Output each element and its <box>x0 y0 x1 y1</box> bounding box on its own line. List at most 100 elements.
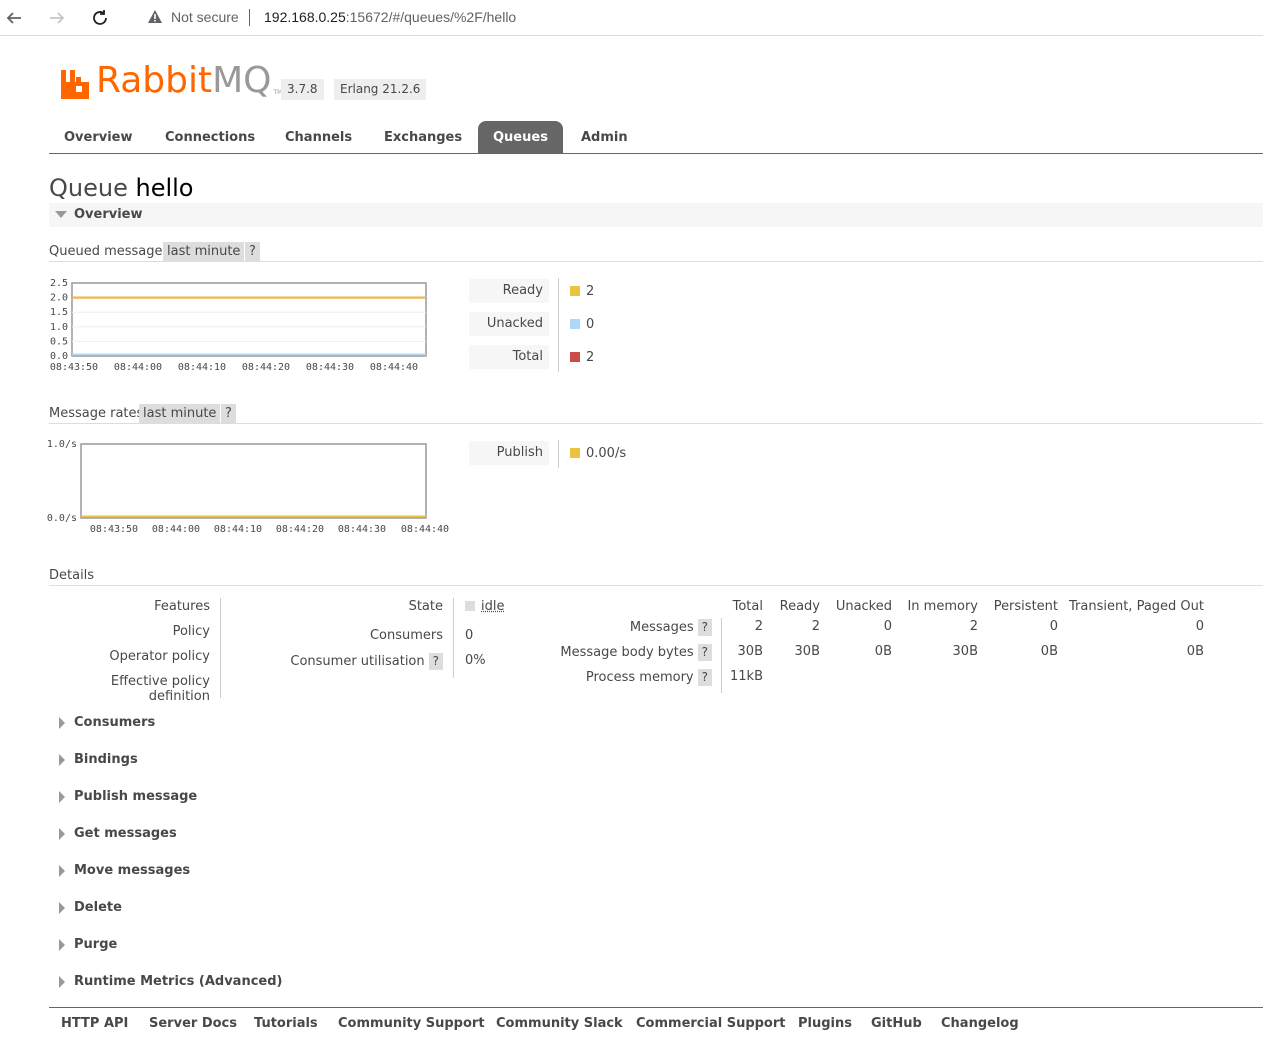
features-key: Features <box>154 599 210 614</box>
section-label: Bindings <box>74 752 138 767</box>
overview-section-header[interactable]: Overview <box>49 203 1263 227</box>
operator-policy-key: Operator policy <box>109 649 210 664</box>
overview-section-label: Overview <box>74 207 143 222</box>
table-cell: 0 <box>1049 619 1058 634</box>
publish-rate: 0.00/s <box>586 446 627 461</box>
table-cell: 2 <box>754 619 763 634</box>
x-tick-label: 08:44:20 <box>276 524 324 535</box>
legend-key-ready: Ready <box>469 279 549 303</box>
footer-link-server-docs[interactable]: Server Docs <box>149 1016 237 1031</box>
footer-link-github[interactable]: GitHub <box>871 1016 922 1031</box>
process-memory-row-label: Process memory? <box>540 669 712 686</box>
legend-value-total: 2 <box>570 350 594 365</box>
collapsed-triangle-icon <box>59 828 65 840</box>
queued-messages-label: Queued messages <box>49 244 170 259</box>
publish-swatch <box>570 448 580 458</box>
utilisation-help-button[interactable]: ? <box>428 653 443 670</box>
table-cell: 0B <box>1040 644 1058 659</box>
x-tick-label: 08:44:00 <box>114 362 162 373</box>
section-purge[interactable]: Purge <box>49 933 1263 957</box>
section-label: Consumers <box>74 715 156 730</box>
message-rates-header: Message rates last minute ? <box>49 404 1263 424</box>
back-arrow-icon[interactable] <box>2 6 26 30</box>
warning-icon[interactable] <box>147 9 163 28</box>
tab-channels[interactable]: Channels <box>285 121 352 154</box>
x-tick-label: 08:43:50 <box>90 524 138 535</box>
x-tick-label: 08:44:10 <box>214 524 262 535</box>
table-cell: 0 <box>1195 619 1204 634</box>
section-bindings[interactable]: Bindings <box>49 748 1263 772</box>
reload-icon[interactable] <box>88 6 112 30</box>
table-cell: 2 <box>811 619 820 634</box>
rates-range-selector[interactable]: last minute <box>139 404 221 424</box>
footer-link-commercial-support[interactable]: Commercial Support <box>636 1016 786 1031</box>
legend-value-publish: 0.00/s <box>570 446 626 461</box>
rabbitmq-logo-icon <box>61 70 89 99</box>
body-bytes-label: Message body bytes <box>560 645 694 660</box>
state-key: State <box>408 599 443 614</box>
page-title: Queue hello <box>49 174 193 202</box>
omnibox-divider <box>249 9 250 26</box>
body-bytes-row-label: Message body bytes? <box>540 644 712 661</box>
tab-queues[interactable]: Queues <box>478 121 563 154</box>
collapsed-triangle-icon <box>59 902 65 914</box>
footer-link-community-slack[interactable]: Community Slack <box>496 1016 623 1031</box>
section-delete[interactable]: Delete <box>49 896 1263 920</box>
col-unacked: Unacked <box>835 599 892 614</box>
tab-admin[interactable]: Admin <box>581 121 628 154</box>
queue-name: hello <box>135 174 194 202</box>
consumer-utilisation-key: Consumer utilisation? <box>250 653 443 670</box>
queued-messages-chart: 2.5 2.0 1.5 1.0 0.5 0.008:43:50 08:44:00 08:44:… <box>50 278 427 373</box>
section-label: Get messages <box>74 826 177 841</box>
consumers-value: 0 <box>465 628 474 643</box>
x-tick-label: 08:44:30 <box>338 524 386 535</box>
section-get-messages[interactable]: Get messages <box>49 822 1263 846</box>
section-runtime-metrics-advanced[interactable]: Runtime Metrics (Advanced) <box>49 970 1263 994</box>
tab-overview[interactable]: Overview <box>64 121 133 154</box>
section-consumers[interactable]: Consumers <box>49 711 1263 735</box>
collapsed-triangle-icon <box>59 791 65 803</box>
table-cell: 30B <box>794 644 820 659</box>
tab-connections[interactable]: Connections <box>165 121 255 154</box>
queued-range-selector[interactable]: last minute <box>163 242 245 262</box>
consumers-key: Consumers <box>369 628 443 643</box>
state-value: idle <box>465 599 504 614</box>
col-persistent: Persistent <box>993 599 1058 614</box>
table-cell: 0B <box>874 644 892 659</box>
section-label: Purge <box>74 937 118 952</box>
rabbitmq-logo[interactable]: RabbitMQ TM <box>60 60 282 100</box>
y-tick-label: 1.0/s <box>47 439 77 450</box>
y-tick-label: 0.0/s <box>47 513 77 524</box>
security-status[interactable]: Not secure <box>171 9 239 25</box>
footer-link-http-api[interactable]: HTTP API <box>61 1016 128 1031</box>
col-transient: Transient, Paged Out <box>1069 599 1204 614</box>
legend-divider <box>558 278 559 372</box>
section-publish-message[interactable]: Publish message <box>49 785 1263 809</box>
details-divider-2 <box>453 598 454 678</box>
address-bar[interactable]: Not secure 192.168.0.25:15672/#/queues/%… <box>130 2 1263 33</box>
x-tick-label: 08:44:30 <box>306 362 354 373</box>
section-label: Move messages <box>74 863 191 878</box>
legend-value-unacked: 0 <box>570 317 594 332</box>
version-badge: 3.7.8 <box>281 79 324 100</box>
footer-link-plugins[interactable]: Plugins <box>798 1016 852 1031</box>
rates-legend-divider <box>558 440 559 468</box>
footer-link-tutorials[interactable]: Tutorials <box>254 1016 318 1031</box>
tab-exchanges[interactable]: Exchanges <box>384 121 462 154</box>
ready-swatch <box>570 286 580 296</box>
y-tick-label: 2.5 <box>50 278 68 289</box>
x-tick-label: 08:44:10 <box>178 362 226 373</box>
url-text[interactable]: 192.168.0.25:15672/#/queues/%2F/hello <box>264 9 516 25</box>
footer-link-changelog[interactable]: Changelog <box>941 1016 1019 1031</box>
footer-link-community-support[interactable]: Community Support <box>338 1016 485 1031</box>
forward-arrow-icon[interactable] <box>45 6 69 30</box>
legend-key-total: Total <box>469 345 549 369</box>
queued-help-button[interactable]: ? <box>245 242 260 262</box>
unacked-swatch <box>570 319 580 329</box>
chart-frame <box>71 282 427 357</box>
message-rates-chart: 1.0/s 0.0/s 08:43:50 08:44:00 08:44:10 08:44:… <box>47 439 449 535</box>
rates-help-button[interactable]: ? <box>221 404 236 424</box>
col-in-memory: In memory <box>907 599 978 614</box>
y-tick-label: 1.0 <box>50 322 68 333</box>
section-move-messages[interactable]: Move messages <box>49 859 1263 883</box>
